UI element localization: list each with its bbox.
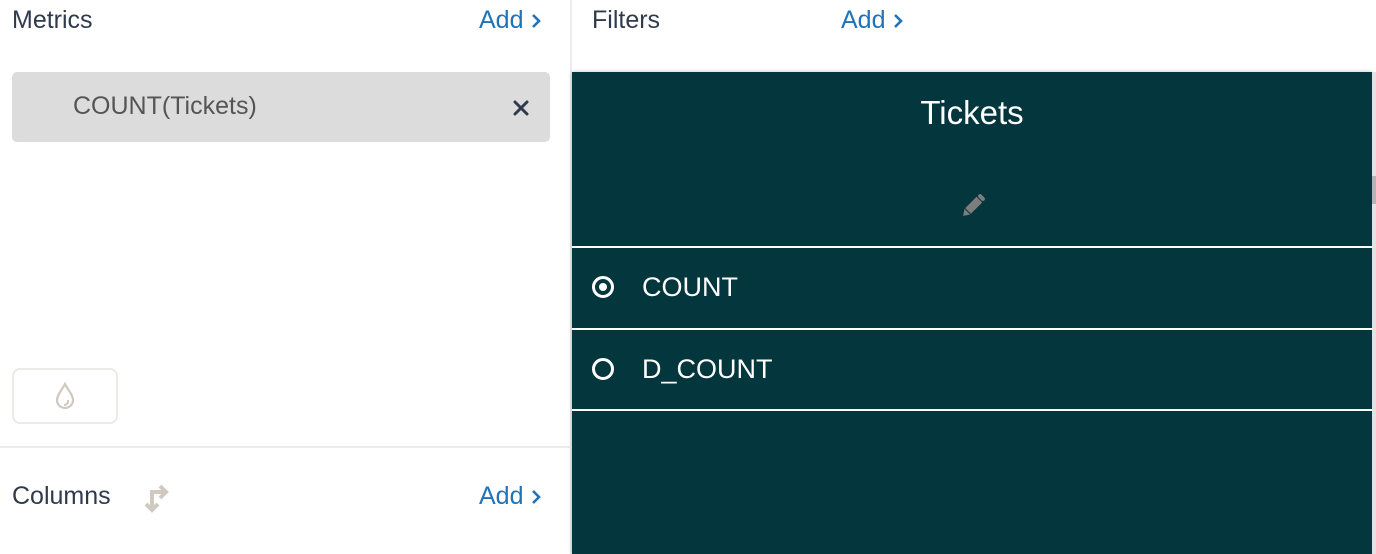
filters-add-label: Add — [841, 6, 886, 34]
filters-title: Filters — [592, 6, 661, 34]
chevron-right-icon — [894, 13, 904, 28]
option-label: COUNT — [642, 272, 738, 302]
section-divider — [0, 446, 570, 448]
columns-add-label: Add — [479, 482, 524, 510]
droplet-icon — [55, 381, 75, 410]
chevron-right-icon — [532, 13, 542, 28]
color-picker-button[interactable] — [12, 368, 118, 424]
scrollbar-track[interactable] — [1372, 72, 1376, 554]
metric-chip-label: COUNT(Tickets) — [73, 92, 257, 120]
chevron-right-icon — [532, 489, 542, 504]
popover-title: Tickets — [920, 94, 1024, 131]
columns-add-button[interactable]: Add — [479, 482, 542, 511]
left-panel: Metrics Add COUNT(Tickets) Columns Add — [0, 0, 572, 554]
scrollbar-thumb[interactable] — [1372, 176, 1376, 204]
metric-chip-count-tickets[interactable]: COUNT(Tickets) — [12, 72, 550, 142]
option-count[interactable]: COUNT — [572, 246, 1372, 328]
option-list-divider — [572, 409, 1372, 411]
option-d-count[interactable]: D_COUNT — [572, 328, 1372, 410]
pencil-icon[interactable] — [958, 190, 988, 222]
radio-selected-icon[interactable] — [592, 276, 614, 298]
columns-title: Columns — [12, 482, 111, 510]
radio-unselected-icon[interactable] — [592, 358, 614, 380]
swap-arrows-icon[interactable] — [136, 482, 170, 514]
metrics-add-label: Add — [479, 6, 524, 34]
metrics-title: Metrics — [12, 6, 93, 34]
metrics-add-button[interactable]: Add — [479, 6, 542, 35]
aggregation-popover: Tickets COUNT D_COUNT — [572, 72, 1372, 554]
option-label: D_COUNT — [642, 354, 773, 384]
filters-add-button[interactable]: Add — [841, 6, 904, 35]
close-icon[interactable] — [510, 97, 532, 119]
